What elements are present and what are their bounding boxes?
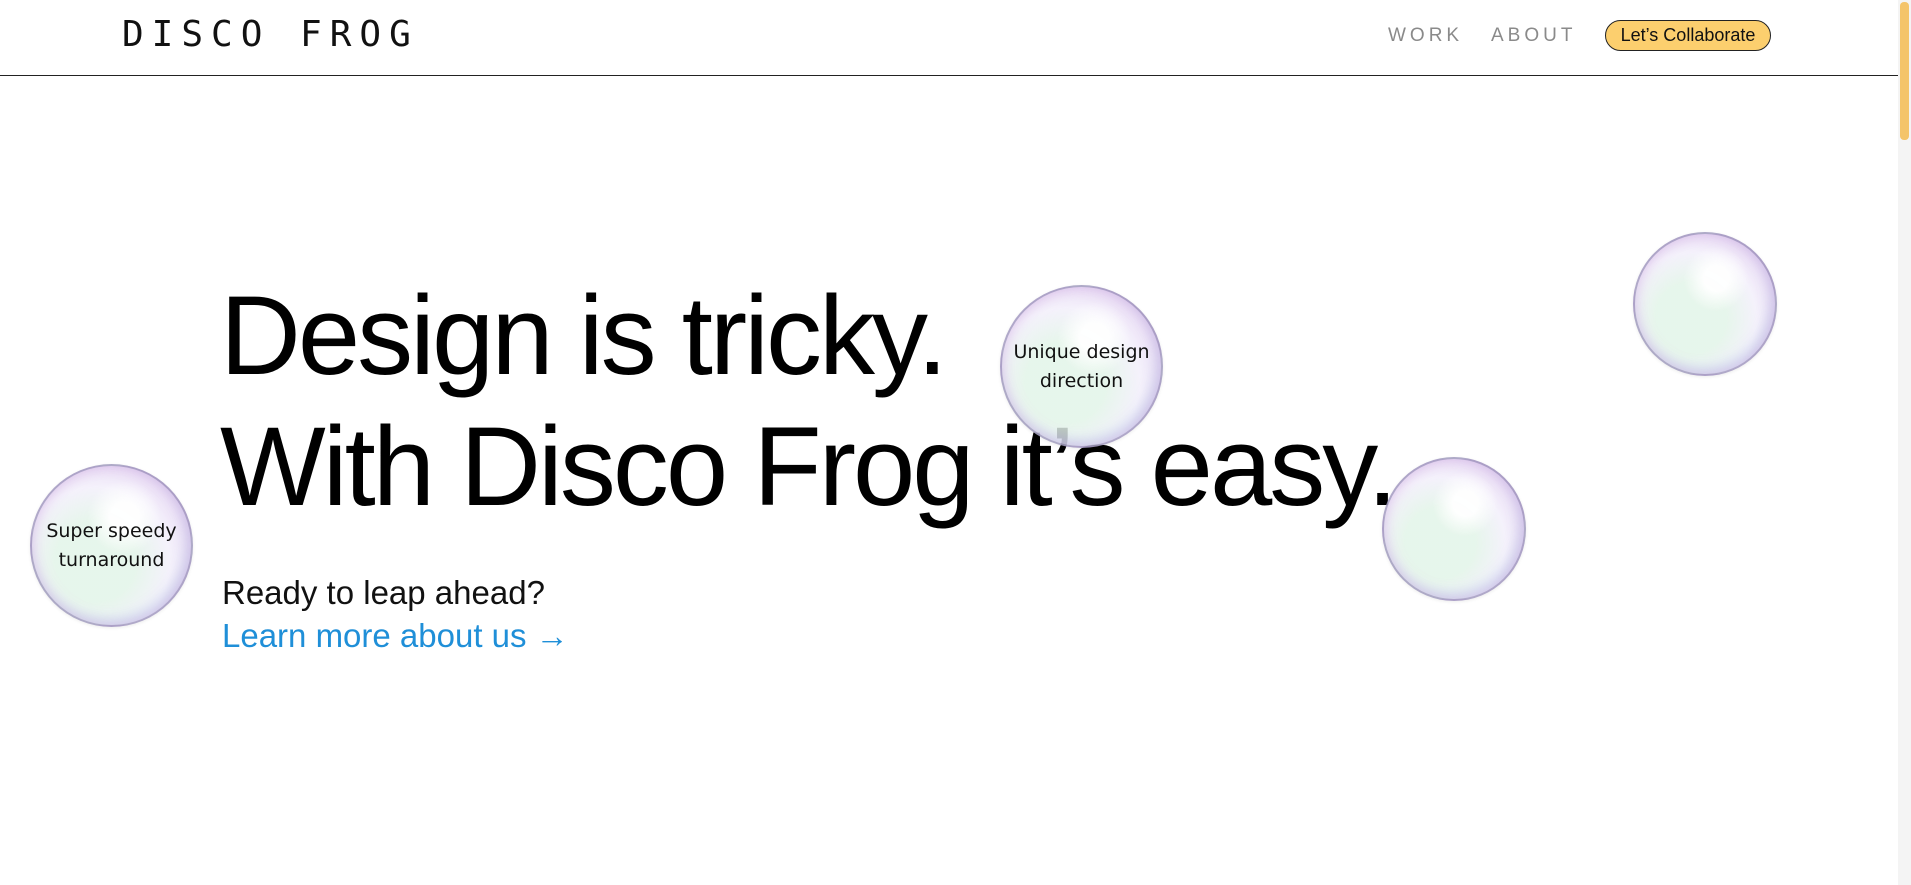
bubble-label-line-1: Super speedy: [46, 519, 177, 542]
page: DISCO FROG WORK ABOUT Let’s Collaborate …: [0, 0, 1911, 885]
learn-more-link[interactable]: Learn more about us →: [222, 617, 569, 655]
nav-link-work[interactable]: WORK: [1388, 25, 1463, 47]
hero-headline: Design is tricky. With Disco Frog it’s e…: [220, 270, 1398, 532]
bubble-speedy-turnaround[interactable]: Super speedy turnaround: [30, 464, 193, 627]
bubble-empty-middle[interactable]: [1382, 457, 1526, 601]
bubble-empty-top-right[interactable]: [1633, 232, 1777, 376]
bubble-label-line-2: turnaround: [58, 548, 165, 571]
bubble-label: Super speedy turnaround: [46, 517, 176, 575]
nav-link-about[interactable]: ABOUT: [1491, 25, 1576, 47]
vertical-scrollbar[interactable]: [1898, 0, 1911, 885]
scrollbar-thumb[interactable]: [1900, 2, 1909, 140]
bubble-label-line-2: direction: [1039, 369, 1124, 392]
lets-collaborate-button[interactable]: Let’s Collaborate: [1605, 20, 1771, 51]
bubble-label: Unique design direction: [1013, 338, 1149, 396]
bubble-unique-design[interactable]: Unique design direction: [1000, 285, 1163, 448]
site-logo[interactable]: DISCO FROG: [122, 14, 419, 55]
hero-subtext: Ready to leap ahead?: [222, 574, 545, 611]
bubble-label-line-1: Unique design: [1013, 340, 1150, 363]
site-header: DISCO FROG WORK ABOUT Let’s Collaborate: [0, 0, 1898, 76]
headline-line-1: Design is tricky.: [220, 273, 948, 398]
headline-line-2: With Disco Frog it’s easy.: [220, 404, 1398, 529]
